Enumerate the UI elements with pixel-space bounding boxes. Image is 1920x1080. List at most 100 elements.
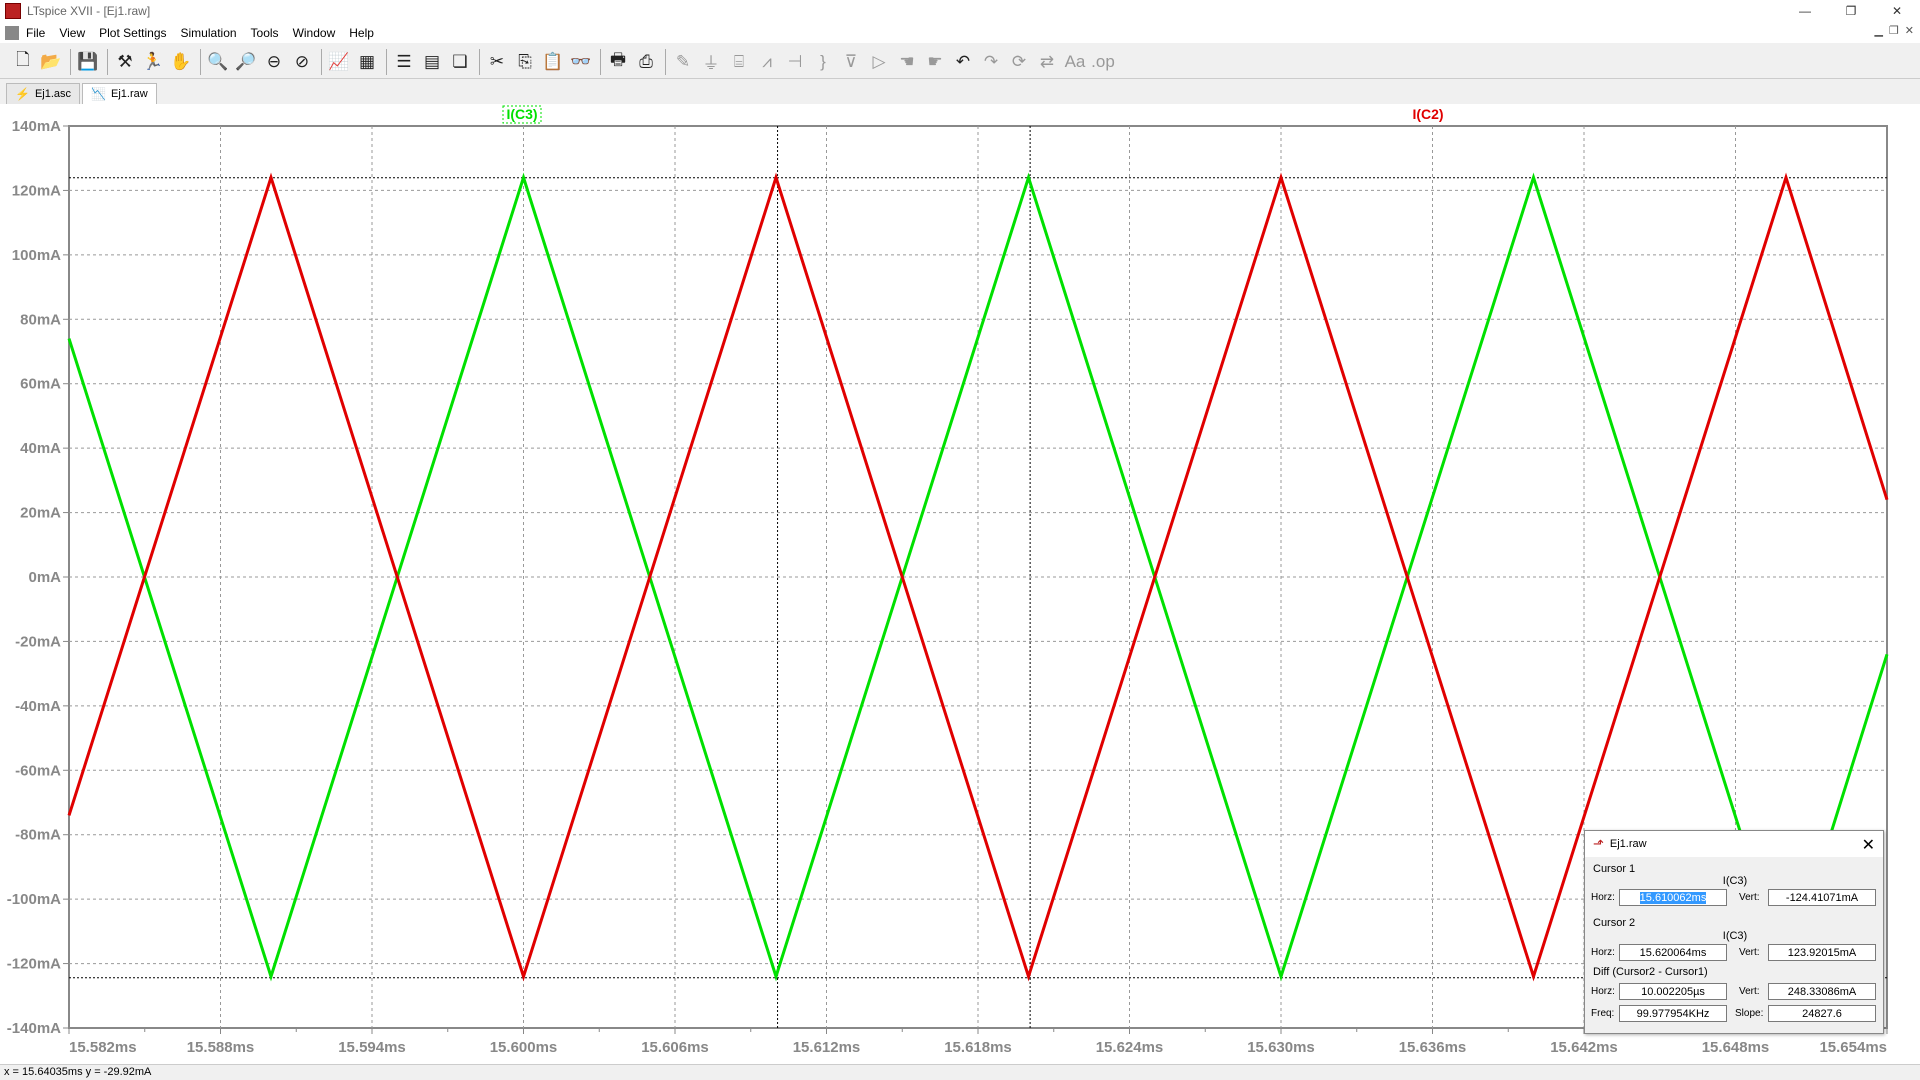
toolbar-separator: [479, 48, 480, 75]
cursor2-horz-field[interactable]: 15.620064ms: [1619, 944, 1727, 961]
cursor2-trace: I(C3): [1722, 930, 1748, 942]
find-icon[interactable]: 👓: [568, 49, 594, 75]
x-tick-label: 15.654ms: [1819, 1039, 1887, 1056]
undo-icon[interactable]: ↶: [950, 49, 976, 75]
save-icon[interactable]: 💾: [75, 49, 101, 75]
tab-ej1-asc[interactable]: ⚡ Ej1.asc: [6, 83, 81, 104]
trace-label-ic2: I(C2): [1412, 106, 1443, 122]
slope-label: Slope:: [1735, 1008, 1764, 1019]
menu-simulation[interactable]: Simulation: [174, 26, 244, 40]
slope-field[interactable]: 24827.6: [1768, 1005, 1876, 1022]
cursor2-label: Cursor 2: [1593, 917, 1636, 929]
menu-help[interactable]: Help: [342, 26, 381, 40]
ltspice-app-icon[interactable]: [5, 3, 21, 19]
control-panel-icon[interactable]: ⚒: [112, 49, 138, 75]
component-icon[interactable]: ▷: [866, 49, 892, 75]
wire-icon[interactable]: ✎: [670, 49, 696, 75]
waveform-icon: ⬏: [1593, 836, 1604, 851]
cursor1-horz-field[interactable]: 15.610062ms: [1619, 889, 1727, 906]
cursor1-horz-label: Horz:: [1591, 892, 1615, 903]
ground-icon[interactable]: ⏚: [698, 49, 724, 75]
tab-label: Ej1.asc: [34, 88, 72, 100]
minimize-button[interactable]: —: [1782, 0, 1828, 22]
tile-horizontal-icon[interactable]: ☰: [391, 49, 417, 75]
cursor-window-title: Ej1.raw: [1609, 838, 1647, 850]
window-controls: — ❐ ✕: [1782, 0, 1920, 22]
label-icon[interactable]: ⌸: [726, 49, 752, 75]
document-tabs: ⚡ Ej1.asc 📉 Ej1.raw: [0, 82, 1920, 104]
print-icon[interactable]: 🖶: [605, 49, 631, 75]
menu-window[interactable]: Window: [286, 26, 343, 40]
diff-horz-label: Horz:: [1591, 986, 1615, 997]
text-icon[interactable]: Aa: [1062, 49, 1088, 75]
run-icon[interactable]: 🏃: [140, 49, 166, 75]
cursor-position-readout: x = 15.64035ms y = -29.92mA: [4, 1066, 152, 1078]
diff-horz-field[interactable]: 10.002205µs: [1619, 983, 1727, 1000]
copy-icon[interactable]: ⎘: [512, 49, 538, 75]
cursor-readout-window[interactable]: ⬏ Ej1.raw ✕ Cursor 1 I(C3) Horz: 15.6100…: [1584, 830, 1884, 1034]
x-tick-label: 15.642ms: [1550, 1039, 1618, 1056]
close-icon[interactable]: ✕: [1862, 835, 1875, 855]
y-tick-label: 40mA: [20, 440, 61, 457]
toolbar-separator: [321, 48, 322, 75]
cursor2-vert-field[interactable]: 123.92015mA: [1768, 944, 1876, 961]
x-tick-label: 15.606ms: [641, 1039, 709, 1056]
diode-icon[interactable]: ⊽: [838, 49, 864, 75]
zoom-cancel-icon[interactable]: ⊘: [289, 49, 315, 75]
cascade-icon[interactable]: ❏: [447, 49, 473, 75]
x-tick-label: 15.630ms: [1247, 1039, 1315, 1056]
drag-icon[interactable]: ☛: [922, 49, 948, 75]
inductor-icon[interactable]: }: [810, 49, 836, 75]
x-tick-label: 15.612ms: [793, 1039, 861, 1056]
cut-icon[interactable]: ✂: [484, 49, 510, 75]
menu-view[interactable]: View: [52, 26, 92, 40]
mark-icon[interactable]: ▦: [354, 49, 380, 75]
menu-tools[interactable]: Tools: [244, 26, 286, 40]
redo-icon[interactable]: ↷: [978, 49, 1004, 75]
tab-ej1-raw[interactable]: 📉 Ej1.raw: [82, 83, 157, 104]
cursor1-vert-field[interactable]: -124.41071mA: [1768, 889, 1876, 906]
zoom-in-icon[interactable]: 🔍: [205, 49, 231, 75]
x-tick-label: 15.582ms: [69, 1039, 137, 1056]
x-tick-label: 15.600ms: [490, 1039, 558, 1056]
paste-icon[interactable]: 📋: [540, 49, 566, 75]
toolbar-separator: [70, 48, 71, 75]
zoom-fit-icon[interactable]: ⊖: [261, 49, 287, 75]
mirror-icon[interactable]: ⇄: [1034, 49, 1060, 75]
menu-file[interactable]: File: [19, 26, 52, 40]
open-icon[interactable]: 📂: [38, 49, 64, 75]
close-button[interactable]: ✕: [1874, 0, 1920, 22]
halt-icon[interactable]: ✋: [168, 49, 194, 75]
trace-label-ic3: I(C3): [506, 106, 537, 122]
spice-directive-icon[interactable]: .op: [1090, 49, 1116, 75]
mdi-restore-icon[interactable]: ❐: [1889, 24, 1899, 37]
y-tick-label: -20mA: [15, 633, 61, 650]
menu-plot-settings[interactable]: Plot Settings: [92, 26, 173, 40]
print-preview-icon[interactable]: ⎙: [633, 49, 659, 75]
mdi-controls: ▁ ❐ ✕: [1874, 24, 1914, 37]
autorange-icon[interactable]: 📈: [326, 49, 352, 75]
zoom-out-icon[interactable]: 🔎: [233, 49, 259, 75]
restore-button[interactable]: ❐: [1828, 0, 1874, 22]
cursor-window-titlebar[interactable]: ⬏ Ej1.raw ✕: [1585, 831, 1883, 857]
new-schematic-icon[interactable]: 🗋: [10, 49, 36, 75]
tile-vertical-icon[interactable]: ▤: [419, 49, 445, 75]
y-tick-label: -60mA: [15, 762, 61, 779]
mdi-minimize-icon[interactable]: ▁: [1874, 24, 1882, 37]
y-tick-label: 0mA: [28, 569, 61, 586]
capacitor-icon[interactable]: ⊣: [782, 49, 808, 75]
status-bar: x = 15.64035ms y = -29.92mA: [0, 1064, 1920, 1080]
freq-label: Freq:: [1591, 1008, 1615, 1019]
y-tick-label: 140mA: [12, 118, 61, 135]
resistor-icon[interactable]: ⩘: [754, 49, 780, 75]
y-tick-label: 80mA: [20, 311, 61, 328]
rotate-icon[interactable]: ⟳: [1006, 49, 1032, 75]
toolbar-separator: [200, 48, 201, 75]
mdi-close-icon[interactable]: ✕: [1905, 24, 1914, 37]
schematic-icon: ⚡: [15, 87, 30, 101]
move-icon[interactable]: ☚: [894, 49, 920, 75]
freq-field[interactable]: 99.977954KHz: [1619, 1005, 1727, 1022]
y-tick-label: -140mA: [7, 1020, 61, 1037]
diff-vert-field[interactable]: 248.33086mA: [1768, 983, 1876, 1000]
document-menu-icon[interactable]: [5, 25, 19, 40]
